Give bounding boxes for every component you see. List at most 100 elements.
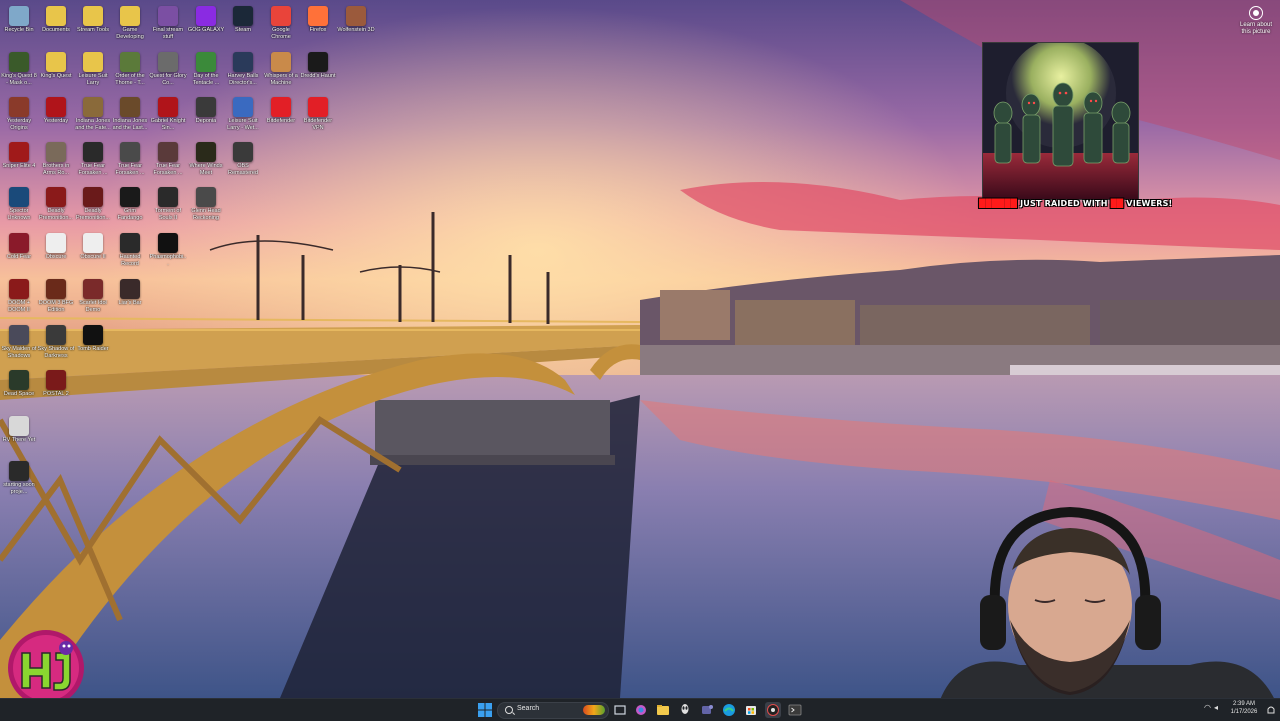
desktop-icon[interactable]: Deadly Premonition...	[74, 185, 112, 229]
taskbar-teams[interactable]	[699, 702, 715, 718]
desktop-icon-label: Quest for Glory Co...	[149, 73, 187, 86]
game-icon	[158, 52, 178, 72]
desktop-icon-label: Scarlet Idol Demo	[79, 300, 107, 313]
desktop-icon[interactable]: starting soon proje...	[0, 459, 38, 503]
folder-icon	[83, 52, 103, 72]
taskbar-file-explorer[interactable]	[655, 702, 671, 718]
desktop-icon-label: Tomb Raider	[77, 346, 109, 352]
desktop-icon-label: Bitdefender VPN	[303, 118, 333, 131]
desktop-icon[interactable]: Google Chrome	[262, 4, 300, 48]
desktop-icon[interactable]: Leisure Suit Larry - Wet...	[224, 95, 262, 139]
desktop-icon-label: Bitdefender	[266, 118, 296, 124]
learn-about-picture-button[interactable]: Learn about this picture	[1236, 6, 1276, 36]
desktop-icon[interactable]: DOOM 3 BFG Edition	[37, 277, 75, 321]
desktop-icon[interactable]: Torment of Souls II	[149, 185, 187, 229]
desktop-icon[interactable]: Obscure	[37, 231, 75, 275]
desktop-icon[interactable]: True Fear Forsaken ...	[74, 140, 112, 184]
desktop-icon[interactable]: Haunted Record	[111, 231, 149, 275]
desktop-icon[interactable]: Order of the Thorne - T...	[111, 50, 149, 94]
taskbar-copilot[interactable]	[633, 702, 649, 718]
desktop-icon[interactable]: Sniper Elite 4	[0, 140, 38, 184]
desktop-icon[interactable]: Gabriel Knight Sin...	[149, 95, 187, 139]
desktop-icon[interactable]: Indiana Jones and the Fate...	[74, 95, 112, 139]
game-icon	[120, 142, 140, 162]
desktop-icon[interactable]: POSTAL 2	[37, 368, 75, 412]
desktop-icon[interactable]: RV There Yet	[0, 414, 38, 458]
taskbar-edge[interactable]	[721, 702, 737, 718]
desktop-icon[interactable]: True Fear Forsaken ...	[111, 140, 149, 184]
desktop-icon[interactable]: Glenn Head Reckoning	[187, 185, 225, 229]
task-view-icon	[614, 705, 626, 715]
bitdefender-icon	[271, 97, 291, 117]
desktop-icon[interactable]: Where Winds Meet	[187, 140, 225, 184]
wifi-icon[interactable]: ◠	[1204, 703, 1211, 712]
desktop-icon[interactable]: Firefox	[299, 4, 337, 48]
desktop-icon[interactable]: Game Developing	[111, 4, 149, 48]
desktop-icon[interactable]: True Fear Forsaken ...	[149, 140, 187, 184]
webcam-overlay	[930, 500, 1280, 700]
game-icon	[83, 142, 103, 162]
desktop-icon[interactable]: Steam	[224, 4, 262, 48]
desktop-icon[interactable]: King's Quest 8 - Mask o...	[0, 50, 38, 94]
folder-icon	[657, 705, 669, 715]
desktop-icon[interactable]: Yesterday	[37, 95, 75, 139]
desktop-icon[interactable]: Day of the Tentacle ...	[187, 50, 225, 94]
desktop-icon[interactable]: Deadly Premonition...	[37, 185, 75, 229]
game-icon	[9, 142, 29, 162]
search-placeholder: Search	[517, 705, 540, 712]
desktop-icon-label: True Fear Forsaken ...	[78, 163, 108, 176]
desktop-icon[interactable]: DOOM + DOOM II	[0, 277, 38, 321]
game-icon	[158, 142, 178, 162]
notification-bell-icon[interactable]	[1265, 702, 1277, 718]
desktop-icon[interactable]: Grim Fandango	[111, 185, 149, 229]
desktop-icon[interactable]: Bitdefender	[262, 95, 300, 139]
desktop-icon[interactable]: Harvey Balls Director's...	[224, 50, 262, 94]
game-icon	[9, 187, 29, 207]
desktop-icon[interactable]: Whispers of a Machine	[262, 50, 300, 94]
desktop-icon[interactable]: Cold Fear	[0, 231, 38, 275]
desktop-icon[interactable]: Quest for Glory Co...	[149, 50, 187, 94]
taskbar-store[interactable]	[743, 702, 759, 718]
taskbar-clock[interactable]: 2:39 AM 1/17/2026	[1224, 700, 1264, 716]
game-icon	[233, 97, 253, 117]
desktop-icon[interactable]: Brothers in Arms Ro...	[37, 140, 75, 184]
desktop-icon[interactable]: Spector Unknown	[0, 185, 38, 229]
taskbar-obs[interactable]	[765, 702, 781, 718]
desktop-icon[interactable]: Bitdefender VPN	[299, 95, 337, 139]
desktop-icon[interactable]: Yesterday Origins	[0, 95, 38, 139]
desktop-icon[interactable]: Obscure II	[74, 231, 112, 275]
desktop-icon[interactable]: GOG GALAXY	[187, 4, 225, 48]
desktop-icon[interactable]: Liar's Bar	[111, 277, 149, 321]
desktop-icon[interactable]: Indiana Jones and the Last...	[111, 95, 149, 139]
desktop-icon[interactable]: Stream Tools	[74, 4, 112, 48]
taskbar-search-input[interactable]: Search	[497, 702, 609, 719]
task-view-button[interactable]	[612, 702, 628, 718]
desktop-icon[interactable]: Final stream stuff	[149, 4, 187, 48]
desktop-icon[interactable]: Scarlet Idol Demo	[74, 277, 112, 321]
raid-caption: ██████ JUST RAIDED WITH ██ VIEWERS!	[979, 199, 1172, 208]
steam-icon	[233, 6, 253, 26]
game-icon	[83, 97, 103, 117]
desktop-icon[interactable]: Dead Space	[0, 368, 38, 412]
desktop-icon[interactable]: King's Quest	[37, 50, 75, 94]
taskbar-alienware[interactable]	[677, 702, 693, 718]
desktop-icon[interactable]: Wolfenstein 3D	[337, 4, 375, 48]
desktop-icon[interactable]: Phasmophobi...	[149, 231, 187, 275]
game-icon	[158, 97, 178, 117]
desktop-icon[interactable]: Leisure Suit Larry	[74, 50, 112, 94]
desktop-icon[interactable]: Dredd's Haunt	[299, 50, 337, 94]
taskbar-terminal[interactable]	[787, 702, 803, 718]
desktop-icon[interactable]: Deponia	[187, 95, 225, 139]
game-icon	[83, 187, 103, 207]
desktop-icon-label: Wolfenstein 3D	[337, 27, 375, 33]
start-button[interactable]	[477, 702, 493, 718]
file-icon	[83, 233, 103, 253]
phasmophobia-icon	[158, 233, 178, 253]
desktop-icon[interactable]: Documents	[37, 4, 75, 48]
desktop-icon[interactable]: Recycle Bin	[0, 4, 38, 48]
volume-icon[interactable]: ◂	[1214, 703, 1218, 712]
desktop-icon[interactable]: Sky Shadow of Darkness	[37, 323, 75, 367]
desktop-icon[interactable]: Sky Maiden of Shadows	[0, 323, 38, 367]
desktop-icon[interactable]: OBS Remastered	[224, 140, 262, 184]
desktop-icon[interactable]: Tomb Raider	[74, 323, 112, 367]
